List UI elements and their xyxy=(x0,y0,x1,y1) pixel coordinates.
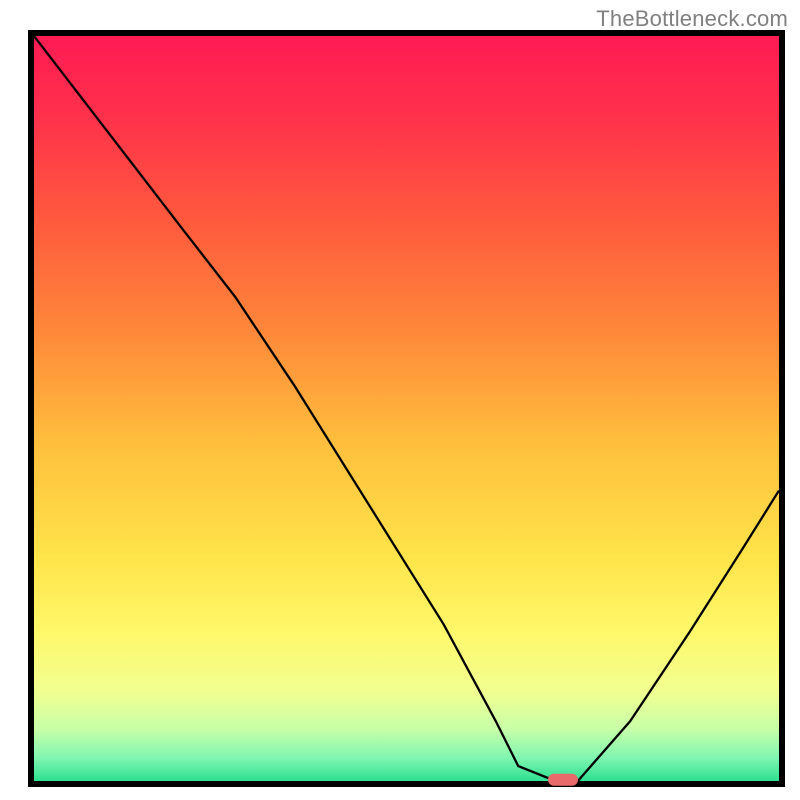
minimum-marker xyxy=(548,774,578,786)
chart-container: TheBottleneck.com xyxy=(0,0,800,800)
bottleneck-curve xyxy=(34,36,779,781)
plot-frame xyxy=(28,30,785,787)
watermark-text: TheBottleneck.com xyxy=(596,6,788,32)
curve-plot xyxy=(34,36,779,781)
